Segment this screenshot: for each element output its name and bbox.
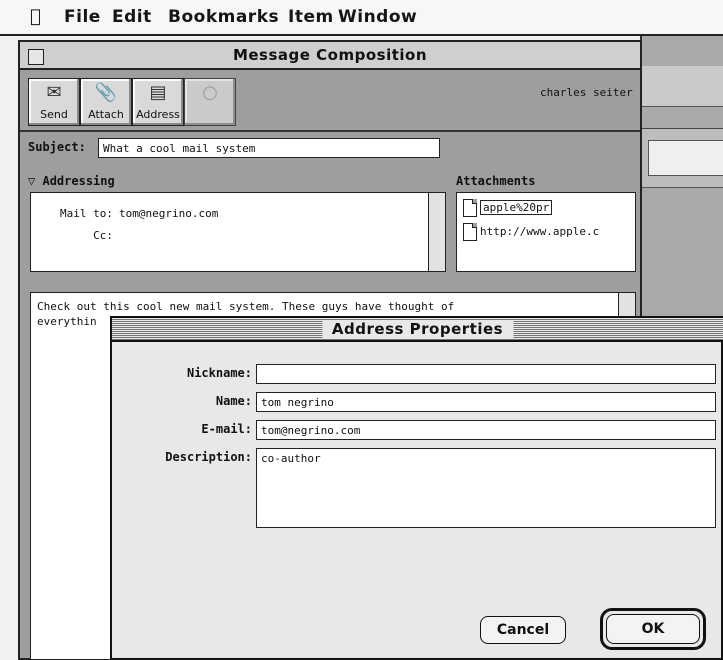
disclosure-triangle-icon[interactable]: ▽ xyxy=(28,174,35,188)
menu-bookmarks[interactable]: Bookmarks xyxy=(168,7,279,27)
composition-title: Message Composition xyxy=(232,46,428,64)
description-label: Description: xyxy=(165,450,252,464)
attachment-item[interactable]: apple%20pr xyxy=(463,199,553,219)
background-window-field xyxy=(648,140,723,176)
menu-bar:  File Edit Bookmarks Item Window xyxy=(0,0,723,36)
send-button[interactable]: ✉ Send xyxy=(28,78,80,126)
nickname-label: Nickname: xyxy=(186,366,252,380)
mail-to-field[interactable]: tom@negrino.com xyxy=(119,207,218,220)
send-button-label: Send xyxy=(40,108,68,121)
menu-window[interactable]: Window xyxy=(338,7,417,27)
name-label: Name: xyxy=(215,394,252,408)
dialog-title: Address Properties xyxy=(321,320,514,338)
attachments-list[interactable]: apple%20pr http://www.apple.c xyxy=(456,192,636,272)
cancel-button[interactable]: Cancel xyxy=(480,616,566,644)
subject-label: Subject: xyxy=(28,140,86,154)
dialog-title-bar[interactable]: Address Properties xyxy=(112,318,723,342)
attachment-name: http://www.apple.c xyxy=(480,225,600,238)
document-icon xyxy=(463,199,477,217)
attachment-name: apple%20pr xyxy=(480,200,553,215)
attachments-label: Attachments xyxy=(456,174,536,188)
addressing-label: Addressing xyxy=(42,174,115,188)
menu-item[interactable]: Item xyxy=(288,7,334,27)
ok-button[interactable]: OK xyxy=(606,614,700,644)
address-properties-dialog: Address Properties Nickname: Name: tom n… xyxy=(110,316,723,660)
address-button[interactable]: ▤ Address xyxy=(132,78,184,126)
menu-edit[interactable]: Edit xyxy=(112,7,152,27)
send-icon: ✉ xyxy=(46,82,62,103)
menu-file[interactable]: File xyxy=(64,7,101,27)
background-window-toolbar xyxy=(642,66,723,107)
description-field[interactable]: co-author xyxy=(256,448,716,528)
paperclip-icon: 📎 xyxy=(94,82,118,103)
attach-button[interactable]: 📎 Attach xyxy=(80,78,132,126)
subject-input[interactable]: What a cool mail system xyxy=(98,138,440,158)
attachment-item[interactable]: http://www.apple.c xyxy=(463,223,599,243)
attach-button-label: Attach xyxy=(88,108,124,121)
addressing-list[interactable]: Mail to: tom@negrino.com Cc: xyxy=(30,192,446,272)
cc-field[interactable] xyxy=(119,229,319,243)
mail-to-label: Mail to: xyxy=(60,207,113,220)
disabled-toolbar-button: ○ xyxy=(184,78,236,126)
apple-menu-icon[interactable]:  xyxy=(30,6,41,27)
toolbar-divider xyxy=(20,130,640,132)
document-icon xyxy=(463,223,477,241)
cc-label: Cc: xyxy=(93,229,113,242)
addressing-scrollbar[interactable] xyxy=(428,193,445,271)
email-label: E-mail: xyxy=(201,422,252,436)
email-field[interactable]: tom@negrino.com xyxy=(256,420,716,440)
nickname-field[interactable] xyxy=(256,364,716,384)
user-name: charles seiter xyxy=(540,86,633,99)
circle-icon: ○ xyxy=(202,82,218,103)
address-card-icon: ▤ xyxy=(149,82,167,103)
name-field[interactable]: tom negrino xyxy=(256,392,716,412)
composition-title-bar[interactable]: Message Composition xyxy=(20,42,640,70)
address-button-label: Address xyxy=(136,108,180,121)
addressing-disclosure[interactable]: ▽ Addressing xyxy=(28,174,115,188)
